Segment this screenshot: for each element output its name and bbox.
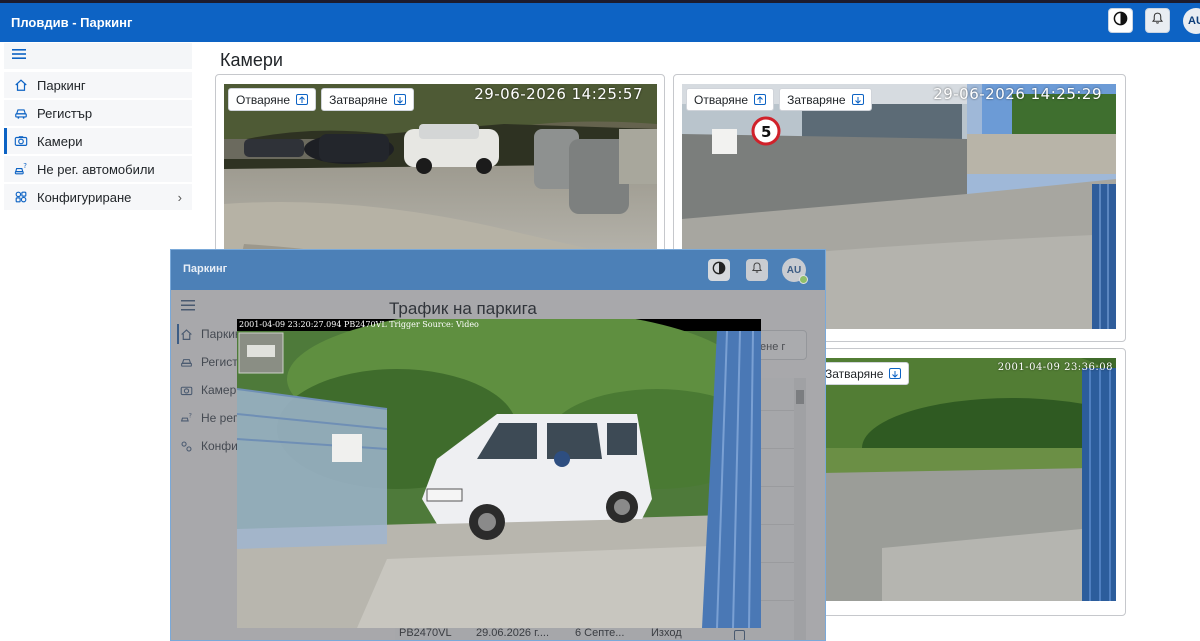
- open-gate-button[interactable]: Отваряне: [686, 88, 775, 111]
- sidebar-toggle-button[interactable]: [4, 43, 192, 69]
- online-status-indicator: [799, 275, 808, 284]
- sidebar-item-label: Паркинг: [37, 77, 86, 93]
- open-gate-button[interactable]: Отваряне: [228, 88, 317, 111]
- theme-toggle-button[interactable]: [1108, 8, 1133, 33]
- chevron-right-icon: ›: [177, 189, 182, 205]
- car-icon: [13, 105, 29, 121]
- overlay-theme-toggle-button[interactable]: [708, 259, 730, 281]
- menu-icon: [12, 47, 26, 65]
- sidebar-item-unregistered[interactable]: ? Не рег. автомобили: [4, 156, 192, 182]
- top-bar: Пловдив - Паркинг: [0, 0, 1200, 42]
- camera-timestamp: 2001-04-09 23:36:08: [997, 362, 1113, 373]
- sidebar-item-register[interactable]: Регистър: [4, 100, 192, 126]
- overlay-notifications-button[interactable]: [746, 259, 768, 281]
- notifications-button[interactable]: [1145, 8, 1170, 33]
- overlay-page-title: Трафик на паркига: [389, 299, 537, 318]
- bell-icon: [751, 261, 763, 279]
- home-icon: [13, 77, 29, 93]
- overlay-window: Паркинг AU Паркинг Регистър Камери ? Не …: [170, 249, 826, 641]
- close-gate-label: Затваряне: [329, 92, 388, 107]
- sidebar-item-cameras[interactable]: Камери: [4, 128, 192, 154]
- svg-text:?: ?: [23, 162, 27, 170]
- sidebar-item-label: Не рег. автомобили: [37, 161, 155, 177]
- car-question-icon: ?: [13, 161, 29, 177]
- overlay-app-title: Паркинг: [183, 263, 228, 275]
- row-action-icon[interactable]: [734, 630, 745, 640]
- arrow-down-icon: [851, 94, 864, 105]
- svg-text:5: 5: [761, 123, 771, 141]
- car-icon: [179, 355, 193, 369]
- app-title: Пловдив - Паркинг: [11, 15, 133, 30]
- vehicle-snapshot[interactable]: 2001-04-09 23:20:27.094 PB2470VL Trigger…: [237, 319, 761, 628]
- snapshot-header: 2001-04-09 23:20:27.094 PB2470VL Trigger…: [239, 320, 479, 329]
- overlay-menu-icon[interactable]: [181, 298, 195, 316]
- overlay-top-bar: Паркинг AU: [171, 250, 825, 290]
- arrow-up-icon: [754, 94, 767, 105]
- table-cell-direction: Изход: [651, 627, 682, 639]
- sidebar-item-parking[interactable]: Паркинг: [4, 72, 192, 98]
- sidebar-item-label: Конфигуриране: [37, 189, 132, 205]
- page-title: Камери: [220, 50, 283, 70]
- camera-timestamp: 29-06-2026 14:25:57: [474, 85, 643, 103]
- settings-icon: [179, 439, 193, 453]
- sidebar-item-label: Камери: [37, 133, 83, 149]
- table-cell-date: 29.06.2026 г....: [476, 627, 550, 639]
- close-gate-button[interactable]: Затваряне: [321, 88, 414, 111]
- table-cell-plate: PB2470VL: [399, 627, 452, 639]
- contrast-icon: [712, 261, 726, 280]
- close-gate-label: Затваряне: [787, 92, 846, 107]
- snapshot-image: [237, 319, 761, 628]
- camera-timestamp: 29-06-2026 14:25:29: [933, 85, 1102, 103]
- close-gate-button[interactable]: Затваряне: [817, 362, 910, 385]
- camera-icon: [13, 133, 29, 149]
- car-question-icon: ?: [179, 411, 193, 425]
- camera-icon: [179, 383, 193, 397]
- table-cell-duration: 6 Септе...: [575, 627, 625, 639]
- home-icon: [179, 327, 193, 341]
- overlay-sidebar-item-cameras[interactable]: Камери: [179, 380, 243, 400]
- sidebar-item-label: Регистър: [37, 105, 93, 121]
- overlay-sidebar-item-parking[interactable]: Паркинг: [177, 324, 246, 344]
- close-gate-button[interactable]: Затваряне: [779, 88, 872, 111]
- contrast-icon: [1113, 11, 1128, 31]
- scrollbar-thumb[interactable]: [796, 390, 804, 404]
- arrow-up-icon: [296, 94, 309, 105]
- open-gate-label: Отваряне: [236, 92, 291, 107]
- arrow-down-icon: [889, 368, 902, 379]
- overlay-nav-label: Не рег.: [201, 411, 240, 425]
- arrow-down-icon: [393, 94, 406, 105]
- table-scrollbar[interactable]: [794, 378, 806, 640]
- sidebar: Паркинг Регистър Камери ? Не рег. автомо…: [0, 42, 192, 641]
- open-gate-label: Отваряне: [694, 92, 749, 107]
- svg-text:?: ?: [188, 412, 191, 420]
- close-gate-label: Затваряне: [825, 366, 884, 381]
- overlay-sidebar-item-unregistered[interactable]: ? Не рег.: [179, 408, 239, 428]
- sidebar-item-configuration[interactable]: Конфигуриране ›: [4, 184, 192, 210]
- bell-icon: [1151, 11, 1164, 30]
- settings-icon: [13, 189, 29, 205]
